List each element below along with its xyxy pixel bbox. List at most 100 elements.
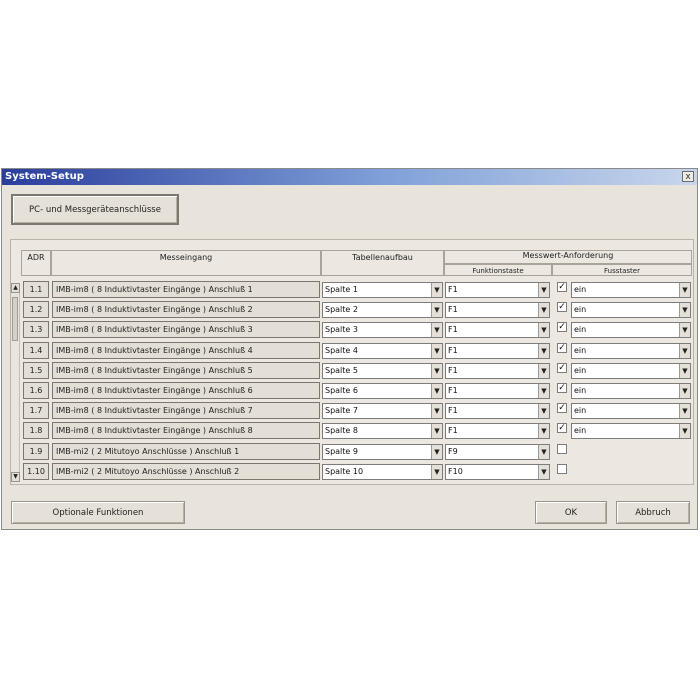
chevron-down-icon[interactable]: ▼ xyxy=(538,404,549,418)
spalte-select[interactable]: Spalte 5 ▼ xyxy=(322,363,443,379)
funktionstaste-value: F10 xyxy=(448,467,463,476)
spalte-select[interactable]: Spalte 6 ▼ xyxy=(322,383,443,399)
chevron-down-icon[interactable]: ▼ xyxy=(431,283,442,297)
fusstaster-select[interactable]: ein ▼ xyxy=(571,423,691,439)
chevron-down-icon[interactable]: ▼ xyxy=(679,344,690,358)
fusstaster-value: ein xyxy=(574,386,587,395)
scroll-down-icon[interactable]: ▼ xyxy=(11,472,20,482)
chevron-down-icon[interactable]: ▼ xyxy=(679,384,690,398)
chevron-down-icon[interactable]: ▼ xyxy=(538,364,549,378)
fusstaster-select[interactable]: ein ▼ xyxy=(571,403,691,419)
funktionstaste-select[interactable]: F1 ▼ xyxy=(445,383,550,399)
chevron-down-icon[interactable]: ▼ xyxy=(431,364,442,378)
vertical-scrollbar[interactable]: ▲ ▼ xyxy=(11,283,20,482)
pc-devices-button[interactable]: PC- und Messgeräteanschlüsse xyxy=(11,194,179,225)
check-icon: ✓ xyxy=(558,302,566,312)
fusstaster-checkbox[interactable]: ✓ xyxy=(557,423,567,433)
row-messeingang: IMB-im8 ( 8 Induktivtaster Eingänge ) An… xyxy=(52,362,320,379)
funktionstaste-select[interactable]: F1 ▼ xyxy=(445,363,550,379)
fusstaster-select[interactable]: ein ▼ xyxy=(571,282,691,298)
spalte-value: Spalte 2 xyxy=(325,305,358,314)
fusstaster-checkbox[interactable]: ✓ xyxy=(557,322,567,332)
spalte-select[interactable]: Spalte 4 ▼ xyxy=(322,343,443,359)
spalte-select[interactable]: Spalte 1 ▼ xyxy=(322,282,443,298)
fusstaster-value: ein xyxy=(574,305,587,314)
fusstaster-checkbox[interactable]: ✓ xyxy=(557,282,567,292)
scrollbar-thumb[interactable] xyxy=(12,297,18,341)
chevron-down-icon[interactable]: ▼ xyxy=(431,445,442,459)
chevron-down-icon[interactable]: ▼ xyxy=(431,323,442,337)
row-adr: 1.7 xyxy=(23,402,49,419)
chevron-down-icon[interactable]: ▼ xyxy=(679,323,690,337)
fusstaster-value: ein xyxy=(574,406,587,415)
spalte-value: Spalte 10 xyxy=(325,467,364,476)
row-adr: 1.4 xyxy=(23,342,49,359)
fusstaster-select[interactable]: ein ▼ xyxy=(571,302,691,318)
fusstaster-checkbox[interactable]: ✓ xyxy=(557,343,567,353)
funktionstaste-value: F1 xyxy=(448,285,458,294)
fusstaster-value: ein xyxy=(574,426,587,435)
row-messeingang: IMB-im8 ( 8 Induktivtaster Eingänge ) An… xyxy=(52,321,320,338)
chevron-down-icon[interactable]: ▼ xyxy=(538,344,549,358)
fusstaster-checkbox[interactable]: ✓ xyxy=(557,302,567,312)
spalte-select[interactable]: Spalte 8 ▼ xyxy=(322,423,443,439)
spalte-select[interactable]: Spalte 2 ▼ xyxy=(322,302,443,318)
spalte-select[interactable]: Spalte 7 ▼ xyxy=(322,403,443,419)
funktionstaste-select[interactable]: F1 ▼ xyxy=(445,343,550,359)
chevron-down-icon[interactable]: ▼ xyxy=(679,364,690,378)
fusstaster-checkbox[interactable]: ✓ xyxy=(557,383,567,393)
chevron-down-icon[interactable]: ▼ xyxy=(538,424,549,438)
fusstaster-checkbox[interactable] xyxy=(557,464,567,474)
chevron-down-icon[interactable]: ▼ xyxy=(679,424,690,438)
chevron-down-icon[interactable]: ▼ xyxy=(538,283,549,297)
row-messeingang: IMB-im8 ( 8 Induktivtaster Eingänge ) An… xyxy=(52,301,320,318)
ok-button[interactable]: OK xyxy=(535,501,607,524)
chevron-down-icon[interactable]: ▼ xyxy=(431,344,442,358)
funktionstaste-select[interactable]: F1 ▼ xyxy=(445,423,550,439)
fusstaster-select[interactable]: ein ▼ xyxy=(571,383,691,399)
scroll-up-icon[interactable]: ▲ xyxy=(11,283,20,293)
fusstaster-checkbox[interactable]: ✓ xyxy=(557,403,567,413)
chevron-down-icon[interactable]: ▼ xyxy=(679,303,690,317)
funktionstaste-select[interactable]: F1 ▼ xyxy=(445,302,550,318)
chevron-down-icon[interactable]: ▼ xyxy=(538,303,549,317)
chevron-down-icon[interactable]: ▼ xyxy=(431,465,442,479)
chevron-down-icon[interactable]: ▼ xyxy=(538,465,549,479)
chevron-down-icon[interactable]: ▼ xyxy=(431,424,442,438)
row-adr: 1.5 xyxy=(23,362,49,379)
spalte-select[interactable]: Spalte 3 ▼ xyxy=(322,322,443,338)
title-bar[interactable]: System-Setup x xyxy=(2,169,697,185)
fusstaster-select[interactable]: ein ▼ xyxy=(571,322,691,338)
header-messeingang: Messeingang xyxy=(51,250,321,276)
row-adr: 1.10 xyxy=(23,463,49,480)
spalte-select[interactable]: Spalte 10 ▼ xyxy=(322,464,443,480)
row-messeingang: IMB-mi2 ( 2 Mitutoyo Anschlüsse ) Anschl… xyxy=(52,463,320,480)
spalte-select[interactable]: Spalte 9 ▼ xyxy=(322,444,443,460)
chevron-down-icon[interactable]: ▼ xyxy=(538,445,549,459)
chevron-down-icon[interactable]: ▼ xyxy=(679,283,690,297)
chevron-down-icon[interactable]: ▼ xyxy=(431,384,442,398)
row-adr: 1.1 xyxy=(23,281,49,298)
chevron-down-icon[interactable]: ▼ xyxy=(538,384,549,398)
optional-functions-button[interactable]: Optionale Funktionen xyxy=(11,501,185,524)
funktionstaste-select[interactable]: F1 ▼ xyxy=(445,403,550,419)
funktionstaste-select[interactable]: F1 ▼ xyxy=(445,322,550,338)
check-icon: ✓ xyxy=(558,423,566,433)
cancel-button[interactable]: Abbruch xyxy=(616,501,690,524)
funktionstaste-select[interactable]: F10 ▼ xyxy=(445,464,550,480)
chevron-down-icon[interactable]: ▼ xyxy=(538,323,549,337)
spalte-value: Spalte 4 xyxy=(325,346,358,355)
row-messeingang: IMB-im8 ( 8 Induktivtaster Eingänge ) An… xyxy=(52,281,320,298)
fusstaster-select[interactable]: ein ▼ xyxy=(571,363,691,379)
close-icon[interactable]: x xyxy=(682,171,694,182)
header-adr: ADR xyxy=(21,250,51,276)
chevron-down-icon[interactable]: ▼ xyxy=(679,404,690,418)
funktionstaste-select[interactable]: F1 ▼ xyxy=(445,282,550,298)
fusstaster-checkbox[interactable]: ✓ xyxy=(557,363,567,373)
chevron-down-icon[interactable]: ▼ xyxy=(431,303,442,317)
fusstaster-value: ein xyxy=(574,366,587,375)
fusstaster-select[interactable]: ein ▼ xyxy=(571,343,691,359)
funktionstaste-select[interactable]: F9 ▼ xyxy=(445,444,550,460)
chevron-down-icon[interactable]: ▼ xyxy=(431,404,442,418)
fusstaster-checkbox[interactable] xyxy=(557,444,567,454)
